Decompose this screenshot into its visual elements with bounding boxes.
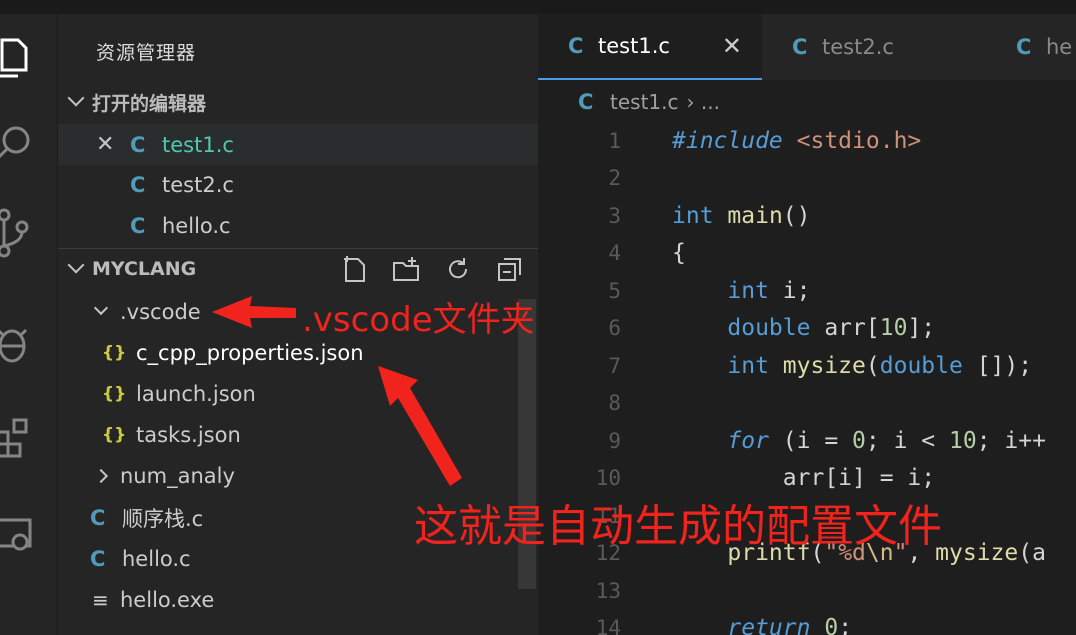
code-text: return 0;	[727, 615, 853, 635]
file-name: hello.c	[162, 213, 231, 238]
code-line: 2	[538, 160, 1076, 198]
c-file-icon: C	[1016, 35, 1032, 59]
line-number: 2	[608, 166, 621, 191]
chevron-right-icon	[93, 468, 109, 483]
open-editors-header[interactable]: 打开的编辑器	[58, 82, 538, 122]
json-file-icon: {}	[102, 424, 127, 445]
c-file-icon: C	[130, 132, 146, 157]
code-text: int i;	[727, 277, 811, 304]
folder-name: num_analy	[120, 463, 235, 488]
file-name: 顺序栈.c	[122, 506, 204, 531]
code-text: arr[i] = i;	[672, 465, 936, 492]
code-line: 1 #include <stdio.h>	[538, 122, 1076, 160]
code-line: 9 for (i = 0; i < 10; i++	[538, 422, 1076, 460]
tree-item-tasks-json[interactable]: {} tasks.json	[58, 414, 538, 455]
tab-label: test2.c	[822, 35, 894, 59]
folder-name: MYCLANG	[92, 257, 197, 280]
line-number: 10	[595, 466, 621, 491]
line-number: 7	[608, 353, 621, 378]
c-file-icon: C	[130, 213, 146, 238]
c-file-icon: C	[568, 34, 584, 58]
code-text: for (i = 0; i < 10; i++	[727, 427, 1046, 454]
close-icon[interactable]: ✕	[722, 32, 742, 60]
code-line: 6 double arr[10];	[538, 310, 1076, 348]
search-icon[interactable]	[0, 114, 58, 174]
code-text: double arr[10];	[727, 315, 936, 342]
activity-bar	[0, 14, 58, 635]
c-file-icon: C	[578, 90, 594, 114]
line-number: 8	[608, 391, 621, 416]
open-editor-item-hello[interactable]: C hello.c	[58, 205, 538, 246]
code-line: 8	[538, 385, 1076, 423]
line-number: 1	[608, 128, 621, 153]
tab-bar: C test1.c ✕ C test2.c C he	[538, 14, 1076, 80]
code-text: {	[672, 240, 686, 267]
line-number: 3	[608, 203, 621, 228]
file-name: hello.exe	[120, 587, 215, 612]
json-file-icon: {}	[102, 342, 127, 363]
file-name: c_cpp_properties.json	[136, 340, 364, 365]
file-name: launch.json	[136, 381, 256, 406]
extensions-icon[interactable]	[0, 406, 58, 466]
vscode-folder-annotation: .vscode文件夹	[302, 300, 535, 340]
file-name: test1.c	[162, 132, 234, 157]
chevron-down-icon	[67, 256, 85, 273]
refresh-icon[interactable]	[444, 255, 472, 283]
new-file-icon[interactable]	[340, 255, 368, 283]
tab-label: test1.c	[598, 34, 670, 58]
remote-explorer-icon[interactable]	[0, 504, 58, 564]
tab-test2[interactable]: C test2.c	[762, 14, 988, 80]
code-text: #include <stdio.h>	[672, 127, 922, 154]
line-number: 6	[608, 316, 621, 341]
c-file-icon: C	[90, 546, 106, 571]
tab-test1[interactable]: C test1.c ✕	[538, 14, 762, 80]
breadcrumb-rest[interactable]: › ...	[687, 90, 720, 114]
json-file-icon: {}	[102, 383, 127, 404]
tab-hello[interactable]: C he	[988, 14, 1076, 80]
new-folder-icon[interactable]	[392, 255, 420, 283]
code-line: 3 int main()	[538, 197, 1076, 235]
code-text: int mysize(double []);	[727, 352, 1033, 379]
code-text: int main()	[672, 202, 811, 229]
chevron-down-icon	[93, 300, 109, 315]
tree-item-launch-json[interactable]: {} launch.json	[58, 373, 538, 414]
file-name: hello.c	[122, 546, 191, 571]
folder-actions	[340, 255, 524, 283]
c-file-icon: C	[90, 505, 106, 530]
close-icon[interactable]: ✕	[96, 132, 130, 157]
tab-label: he	[1046, 35, 1073, 59]
folder-header[interactable]: MYCLANG	[58, 248, 538, 288]
line-number: 4	[608, 241, 621, 266]
file-name: tasks.json	[136, 422, 241, 447]
code-line: 7 int mysize(double []);	[538, 347, 1076, 385]
c-file-icon: C	[130, 172, 146, 197]
title-bar	[0, 0, 1076, 14]
code-line: 5 int i;	[538, 272, 1076, 310]
collapse-all-icon[interactable]	[496, 255, 524, 283]
breadcrumb-file[interactable]: test1.c	[610, 90, 679, 114]
line-number: 13	[595, 578, 621, 603]
line-number: 9	[608, 428, 621, 453]
open-editors-label: 打开的编辑器	[92, 92, 207, 115]
code-line: 4{	[538, 235, 1076, 273]
explorer-title: 资源管理器	[96, 42, 197, 64]
chevron-down-icon	[67, 89, 85, 107]
breadcrumb: C test1.c › ...	[538, 80, 1076, 124]
code-line: 14 return 0;	[538, 610, 1076, 635]
line-number: 5	[608, 278, 621, 303]
c-file-icon: C	[792, 35, 808, 59]
open-editor-item-test1[interactable]: ✕ C test1.c	[58, 124, 538, 165]
config-files-annotation: 这就是自动生成的配置文件	[414, 501, 942, 552]
tree-item-hello-exe[interactable]: ≡ hello.exe	[58, 579, 538, 620]
binary-file-icon: ≡	[92, 587, 109, 612]
open-editor-item-test2[interactable]: C test2.c	[58, 164, 538, 205]
folder-name: .vscode	[120, 299, 201, 324]
line-number: 14	[595, 616, 621, 635]
file-name: test2.c	[162, 172, 234, 197]
explorer-icon[interactable]	[0, 28, 58, 88]
code-line: 13	[538, 572, 1076, 610]
source-control-icon[interactable]	[0, 204, 58, 264]
debug-icon[interactable]	[0, 314, 58, 374]
